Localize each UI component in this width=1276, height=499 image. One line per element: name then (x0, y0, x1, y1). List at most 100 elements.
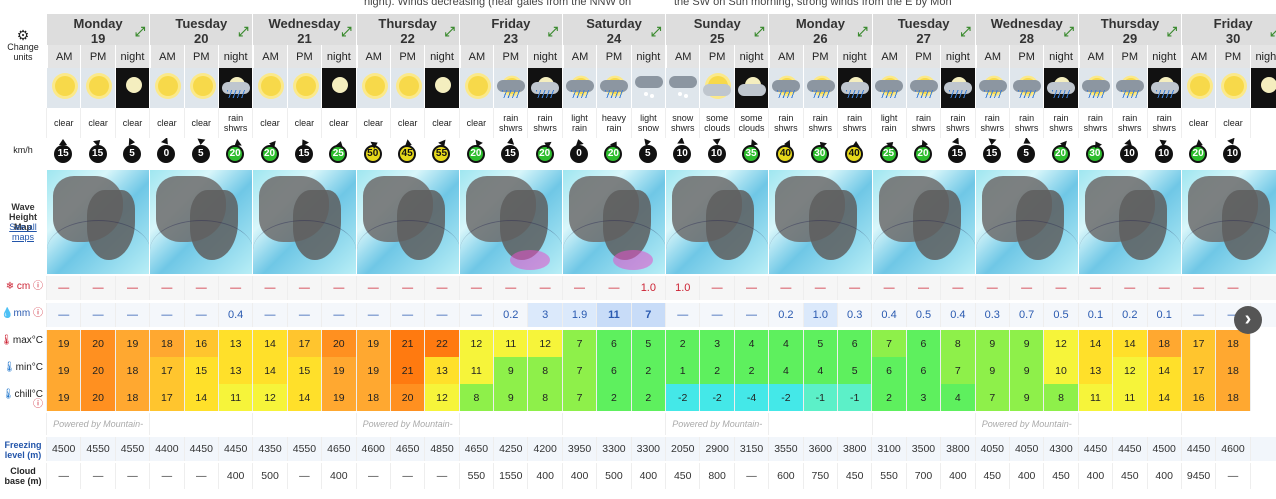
fz-value: 3500 (905, 437, 940, 461)
wind-arrow-icon (267, 139, 276, 149)
wave-height-map[interactable] (252, 170, 356, 274)
time-of-day-label: AM (768, 45, 803, 68)
change-units-button[interactable]: ⚙ Change units (0, 28, 46, 64)
wave-height-map[interactable] (871, 170, 975, 274)
wind-speed-badge: 20 (604, 139, 623, 163)
max-value: 4 (733, 330, 769, 357)
wave-height-map[interactable] (1077, 170, 1182, 274)
day-header[interactable]: Wednesday 21 ⤢ (252, 14, 356, 45)
info-icon[interactable]: ⓘ (33, 399, 43, 410)
wave-height-map[interactable] (458, 170, 562, 274)
weather-icon (1249, 68, 1276, 108)
time-of-day-label: night (940, 45, 975, 68)
wind-cell: 15 (493, 138, 528, 170)
powered-by-text (252, 413, 355, 435)
expand-icon[interactable]: ⤢ (651, 24, 661, 39)
expand-icon[interactable]: ⤢ (754, 24, 764, 39)
wind-cell: 20 (252, 138, 287, 170)
rain-value: — (252, 303, 286, 327)
weather-icon (561, 68, 597, 108)
weather-summary: rain shwrs (217, 108, 253, 138)
expand-icon[interactable]: ⤢ (1167, 24, 1177, 39)
day-header[interactable]: Tuesday 27 ⤢ (871, 14, 975, 45)
day-header[interactable]: Sunday 25 ⤢ (665, 14, 769, 45)
isobar-line (975, 220, 1078, 274)
wind-cell: 35 (733, 138, 769, 170)
time-of-day-label: night (424, 45, 459, 68)
wave-height-map[interactable] (974, 170, 1078, 274)
isobar-line (150, 220, 253, 274)
day-header[interactable]: Monday 19 ⤢ (46, 14, 150, 45)
chill-value: 7 (974, 384, 1009, 411)
wave-height-map[interactable] (561, 170, 666, 274)
day-header[interactable]: Wednesday 28 ⤢ (974, 14, 1078, 45)
see-all-maps-link[interactable]: See all maps (0, 222, 46, 242)
cb-value: — (1215, 463, 1249, 489)
expand-icon[interactable]: ⤢ (1063, 24, 1073, 39)
info-icon[interactable]: ⓘ (33, 281, 43, 292)
snow-value: — (768, 276, 802, 300)
expand-icon[interactable]: ⤢ (960, 24, 970, 39)
snow-value: — (1008, 276, 1043, 300)
rain-icon (570, 90, 589, 98)
expand-icon[interactable]: ⤢ (857, 24, 867, 39)
fz-value: 3800 (940, 437, 974, 461)
fz-value: 4600 (1215, 437, 1249, 461)
wave-height-map[interactable] (665, 170, 769, 274)
fz-value: 3800 (836, 437, 871, 461)
next-arrow-button[interactable]: › (1234, 306, 1262, 334)
time-of-day-label: AM (561, 45, 597, 68)
day-header[interactable]: Monday 26 ⤢ (768, 14, 872, 45)
fz-value: 4650 (389, 437, 424, 461)
weather-summary: light rain (871, 108, 906, 138)
expand-icon[interactable]: ⤢ (1270, 24, 1276, 39)
wave-height-map[interactable] (149, 170, 253, 274)
info-icon[interactable]: ⓘ (33, 308, 43, 319)
wind-speed-badge: 10 (1154, 138, 1173, 163)
snow-value: — (940, 276, 974, 300)
wave-height-map[interactable] (768, 170, 872, 274)
summary-row: clear clear clear clear clear rain shwrs clear… (46, 108, 1276, 138)
wind-row: 15 15 5 0 5 20 20 15 25 50 45 55 20 15 20 0 20 5 10 10 35 40 3… (46, 138, 1276, 170)
chill-value: 2 (630, 384, 666, 411)
cloud-base-row: — — — — —400 500—400— — —550 1550 400 400 500 400 450… (46, 463, 1276, 489)
wind-cell: 10 (665, 138, 700, 170)
sun-icon (261, 76, 282, 96)
wind-speed-badge: 20 (913, 139, 932, 163)
day-header[interactable]: Friday 30 ⤢ (1181, 14, 1276, 45)
chill-value: 18 (114, 384, 150, 411)
day-header[interactable]: Tuesday 20 ⤢ (149, 14, 253, 45)
wave-height-map[interactable] (1181, 170, 1276, 274)
rain-value: 0.2 (493, 303, 527, 327)
expand-icon[interactable]: ⤢ (548, 24, 558, 39)
wind-arrow-icon (1058, 139, 1067, 149)
wind-arrow-icon (952, 138, 963, 147)
time-of-day-label: AM (458, 45, 494, 68)
day-header[interactable]: Saturday 24 ⤢ (561, 14, 666, 45)
wind-cell: 15 (80, 138, 115, 170)
expand-icon[interactable]: ⤢ (135, 24, 145, 39)
weather-icon (1180, 68, 1216, 108)
wind-cell: 5 (630, 138, 666, 170)
time-of-day-label: PM (493, 45, 528, 68)
rain-value: — (114, 303, 149, 327)
rain-value: — (149, 303, 183, 327)
day-header[interactable]: Thursday 29 ⤢ (1077, 14, 1182, 45)
expand-icon[interactable]: ⤢ (238, 24, 248, 39)
day-name: Friday (1213, 16, 1253, 31)
weather-summary: clear (1215, 108, 1250, 138)
wind-arrow-icon (298, 138, 309, 147)
rain-icon (1017, 90, 1036, 98)
wave-height-map[interactable] (46, 170, 150, 274)
max-value: 18 (1146, 330, 1181, 357)
wind-arrow-icon (574, 138, 584, 146)
expand-icon[interactable]: ⤢ (444, 24, 454, 39)
expand-icon[interactable]: ⤢ (341, 24, 351, 39)
cloud-base-label: Cloud base (m) (4, 466, 42, 486)
day-header[interactable]: Thursday 22 ⤢ (355, 14, 459, 45)
day-header[interactable]: Friday 23 ⤢ (458, 14, 562, 45)
wind-arrow-icon (784, 139, 791, 149)
wave-height-map[interactable] (355, 170, 459, 274)
snow-value: — (733, 276, 768, 300)
min-value: 13 (424, 357, 459, 384)
